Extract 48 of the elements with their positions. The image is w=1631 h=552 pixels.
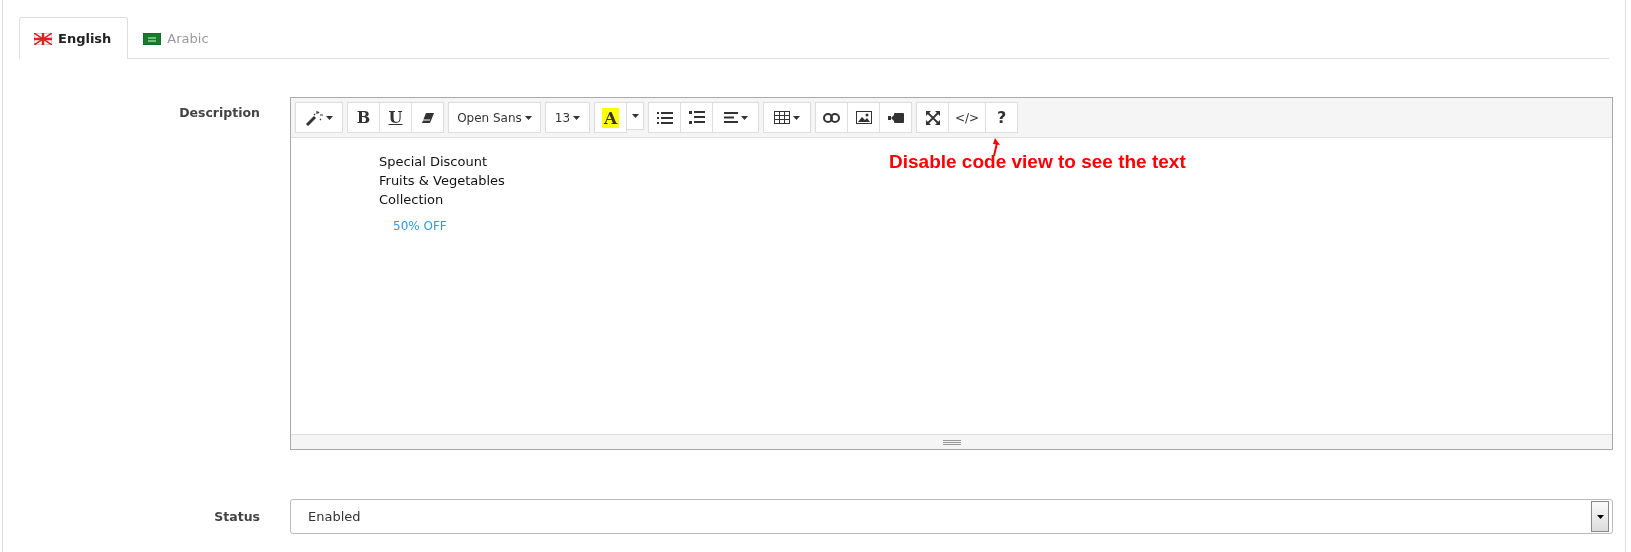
content-line: Special Discount [379, 153, 488, 171]
resize-handle-icon [942, 439, 961, 445]
annotation-text: Disable code view to see the text [889, 151, 1186, 173]
color-dropdown-button[interactable] [626, 102, 644, 130]
picture-button[interactable] [847, 102, 880, 133]
image-icon [855, 111, 872, 124]
help-button[interactable]: ? [985, 102, 1019, 133]
numbered-list-button[interactable] [680, 102, 713, 133]
content-line: Fruits & Vegetables [379, 172, 505, 190]
style-button[interactable] [295, 102, 343, 133]
field-label: Status [213, 509, 260, 524]
table-button[interactable] [763, 102, 811, 133]
arrow-icon [991, 138, 1001, 156]
align-left-icon [723, 112, 738, 123]
uk-flag-icon [34, 32, 52, 45]
discount-text: 50% OFF [393, 218, 447, 235]
video-camera-icon [887, 112, 904, 123]
clear-format-button[interactable] [411, 102, 444, 133]
bullet-list-button[interactable] [648, 102, 681, 133]
fullscreen-button[interactable] [916, 102, 949, 133]
status-select[interactable]: Enabled [290, 499, 1613, 534]
bold-button[interactable]: B [347, 102, 380, 133]
caret-icon [524, 115, 532, 120]
video-button[interactable] [879, 102, 912, 133]
paragraph-button[interactable] [712, 102, 759, 133]
bullet-list-icon [656, 111, 673, 124]
link-button[interactable] [815, 102, 848, 133]
language-tab[interactable]: English [19, 17, 129, 59]
field-label: Description [178, 104, 260, 122]
flag-icon [143, 32, 162, 45]
caret-icon [573, 115, 581, 120]
numbered-list-icon [688, 110, 705, 125]
caret-icon [631, 114, 639, 118]
code-view-button[interactable]: </> [948, 102, 987, 133]
caret-icon [1596, 514, 1604, 519]
font-family-dropdown[interactable]: Open Sans [448, 102, 541, 133]
table-icon [774, 111, 790, 124]
caret-icon [740, 115, 748, 120]
content-line: Collection [379, 191, 444, 209]
magic-wand-icon [305, 109, 323, 126]
eraser-icon [420, 111, 435, 124]
underline-button[interactable]: U [379, 102, 412, 133]
caret-icon [326, 115, 333, 120]
text-color-button[interactable]: A [594, 102, 627, 133]
font-size-dropdown[interactable]: 13 [545, 102, 590, 133]
caret-icon [793, 115, 800, 120]
expand-icon [925, 110, 940, 125]
link-icon [823, 112, 840, 123]
